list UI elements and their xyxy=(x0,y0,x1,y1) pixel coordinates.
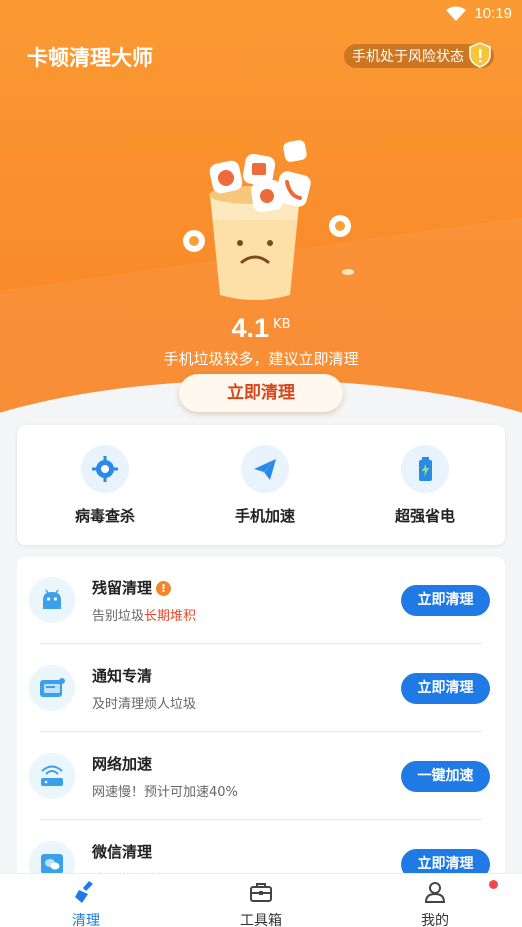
battery-icon xyxy=(401,445,449,493)
quick-action-speed-up[interactable]: 手机加速 xyxy=(205,445,325,526)
list-item-residual-clean[interactable]: 残留清理! 告别垃圾长期堆积 立即清理 xyxy=(17,557,505,645)
clean-button[interactable]: 立即清理 xyxy=(401,585,490,616)
tab-label: 清理 xyxy=(72,913,100,927)
list-item-title: 网络加速 xyxy=(92,755,153,773)
broom-icon xyxy=(75,881,93,903)
junk-size: 4.1 KB xyxy=(0,313,522,344)
feature-list-card: 残留清理! 告别垃圾长期堆积 立即清理 通知专清 及时清理烦人垃圾 立即清理 网… xyxy=(17,557,505,897)
quick-actions-card: 病毒查杀 手机加速 超强省电 xyxy=(17,425,505,545)
divider xyxy=(40,731,482,732)
tab-mine[interactable]: 我的 xyxy=(385,880,485,927)
list-item-network-speedup[interactable]: 网络加速 网速慢！预计可加速40% 一键加速 xyxy=(17,733,505,821)
list-item-notification-clean[interactable]: 通知专清 及时清理烦人垃圾 立即清理 xyxy=(17,645,505,733)
notification-dot xyxy=(489,880,498,889)
tab-label: 工具箱 xyxy=(240,913,282,927)
notification-icon xyxy=(29,665,75,711)
router-icon xyxy=(29,753,75,799)
divider xyxy=(40,819,482,820)
quick-action-power-save[interactable]: 超强省电 xyxy=(365,445,485,526)
quick-action-label: 病毒查杀 xyxy=(74,507,135,525)
clean-button[interactable]: 立即清理 xyxy=(401,673,490,704)
toolbox-icon xyxy=(250,883,272,902)
junk-size-unit: KB xyxy=(273,317,291,332)
paper-plane-icon xyxy=(241,445,289,493)
list-item-subtitle: 网速慢！预计可加速40% xyxy=(92,785,238,800)
list-item-subtitle: 及时清理烦人垃圾 xyxy=(92,697,197,712)
android-icon xyxy=(29,577,75,623)
list-item-title: 通知专清 xyxy=(92,667,153,685)
tab-label: 我的 xyxy=(421,913,449,927)
bottom-tab-bar: 清理 工具箱 我的 xyxy=(0,873,522,927)
virus-gear-icon xyxy=(81,445,129,493)
quick-action-virus-scan[interactable]: 病毒查杀 xyxy=(45,445,165,526)
tab-clean[interactable]: 清理 xyxy=(36,880,136,927)
trash-bin-illustration xyxy=(183,140,354,300)
subtitle-highlight: 长期堆积 xyxy=(144,609,197,624)
speed-up-button[interactable]: 一键加速 xyxy=(401,761,490,792)
warning-icon: ! xyxy=(156,581,172,596)
clean-now-button[interactable]: 立即清理 xyxy=(179,374,343,412)
junk-size-value: 4.1 xyxy=(231,313,270,343)
list-item-subtitle: 告别垃圾长期堆积 xyxy=(92,609,197,624)
list-item-title: 残留清理! xyxy=(92,577,172,598)
list-item-title: 微信清理 xyxy=(92,843,153,861)
divider xyxy=(40,643,482,644)
quick-action-label: 超强省电 xyxy=(394,507,455,525)
user-icon xyxy=(424,882,446,903)
quick-action-label: 手机加速 xyxy=(234,507,295,525)
junk-hint: 手机垃圾较多，建议立即清理 xyxy=(163,350,359,368)
tab-toolbox[interactable]: 工具箱 xyxy=(211,880,311,927)
